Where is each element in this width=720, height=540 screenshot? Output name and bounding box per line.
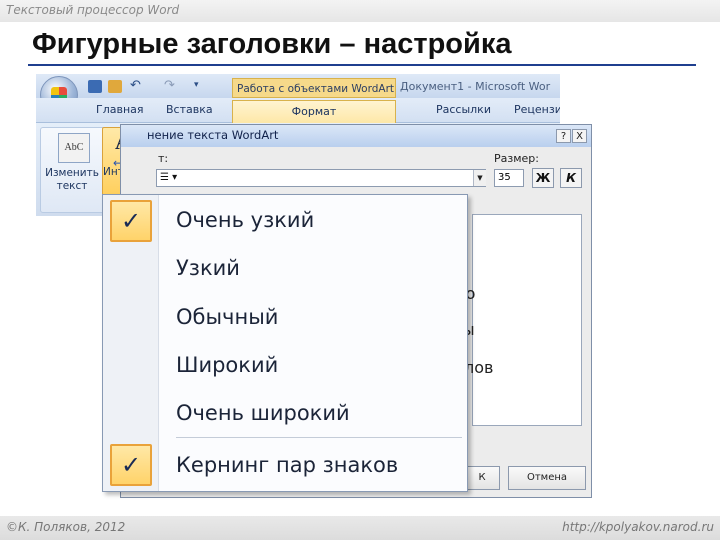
font-dropdown-icon[interactable]: ▼ — [473, 170, 486, 186]
context-tab-wordart: Работа с объектами WordArt — [232, 78, 396, 98]
italic-button[interactable]: К — [560, 168, 582, 188]
slide-header-text: Текстовый процессор Word — [6, 3, 180, 17]
redo-icon[interactable]: ↷ — [164, 78, 175, 93]
size-label: Размер: — [494, 152, 539, 165]
footer-copyright: ©К. Поляков, 2012 — [6, 520, 126, 534]
preview-text-fragment: лов — [464, 358, 494, 377]
footer-url: http://kpolyakov.narod.ru — [562, 520, 714, 534]
tab-mailings[interactable]: Рассылки — [436, 103, 491, 116]
edit-text-label-line1: Изменить — [45, 167, 99, 179]
slide-footer-bar: ©К. Поляков, 2012 http://kpolyakov.narod… — [0, 516, 720, 540]
tab-format[interactable]: Формат — [232, 100, 396, 124]
qat-dropdown-icon[interactable]: ▾ — [194, 80, 199, 90]
font-select[interactable]: ▼ — [156, 169, 486, 187]
edit-text-icon: AbC — [58, 133, 90, 163]
dialog-title: нение текста WordArt — [147, 128, 279, 142]
font-label: т: — [158, 152, 169, 165]
tab-home[interactable]: Главная — [96, 103, 144, 116]
check-icon: ✓ — [110, 444, 152, 486]
menu-item-wide[interactable]: Широкий — [176, 353, 278, 377]
size-select[interactable]: 35 — [494, 169, 524, 187]
dialog-titlebar: нение текста WordArt — [121, 125, 591, 147]
ok-button[interactable]: К — [464, 466, 500, 490]
slide-title: Фигурные заголовки – настройка — [32, 28, 512, 60]
edit-text-button[interactable]: AbC Изменить текст — [42, 129, 102, 199]
check-icon: ✓ — [110, 200, 152, 242]
menu-item-kerning[interactable]: Кернинг пар знаков — [176, 453, 398, 477]
text-preview-area[interactable] — [472, 214, 582, 426]
document-title: Документ1 - Microsoft Wor — [400, 80, 551, 93]
undo-icon[interactable]: ↶ — [130, 78, 141, 93]
tab-insert[interactable]: Вставка — [166, 103, 213, 116]
save-icon[interactable] — [88, 80, 102, 93]
menu-item-very-narrow[interactable]: Очень узкий — [176, 208, 314, 232]
align-icon[interactable]: ☰ ▾ — [160, 172, 182, 186]
menu-separator — [176, 437, 462, 438]
open-icon[interactable] — [108, 80, 122, 93]
edit-text-label-line2: текст — [56, 180, 88, 192]
cancel-button[interactable]: Отмена — [508, 466, 586, 490]
tab-review[interactable]: Рецензи — [514, 103, 560, 116]
dialog-close-button[interactable]: X — [572, 129, 587, 143]
bold-button[interactable]: Ж — [532, 168, 554, 188]
title-underline — [28, 64, 696, 66]
menu-item-very-wide[interactable]: Очень широкий — [176, 401, 350, 425]
slide-header-bar: Текстовый процессор Word — [0, 0, 720, 22]
menu-item-normal[interactable]: Обычный — [176, 305, 278, 329]
dialog-help-button[interactable]: ? — [556, 129, 571, 143]
menu-item-narrow[interactable]: Узкий — [176, 256, 240, 280]
